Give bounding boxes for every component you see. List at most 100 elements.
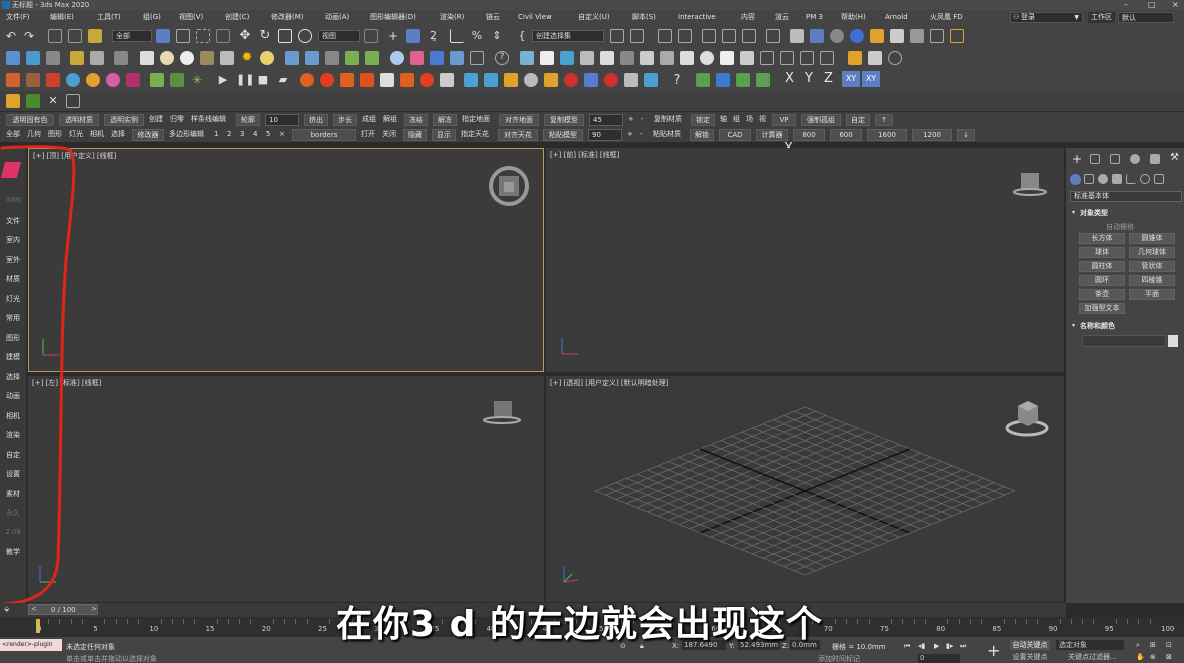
auto-key-button[interactable]: 自动关键点 [1010, 640, 1050, 650]
fire-h-icon[interactable] [440, 73, 454, 87]
set-key-button[interactable]: 设置关键点 [1010, 653, 1050, 662]
plugin-icon[interactable] [870, 29, 884, 43]
layer-explorer-icon[interactable] [678, 29, 692, 43]
curve-editor-icon[interactable] [722, 29, 736, 43]
row1-item[interactable]: 样条线编辑 [191, 114, 226, 125]
tree-plugin-icon[interactable] [26, 94, 40, 108]
pt2-m-icon[interactable] [736, 73, 750, 87]
plugin-v-icon[interactable] [560, 51, 574, 65]
viewport-perspective[interactable]: [+] [透视] [用户定义] [默认明暗处理] [546, 376, 1064, 602]
rendered-frame-icon[interactable] [810, 29, 824, 43]
water-g-icon[interactable] [584, 73, 598, 87]
pt2-i-icon[interactable] [170, 73, 184, 87]
key-filters-button[interactable]: 关键点过滤器... [1068, 653, 1124, 662]
cylinder-button[interactable]: 圆柱体 [1079, 261, 1125, 272]
spinner-snap-icon[interactable]: ⇕ [490, 29, 504, 43]
row2-item[interactable]: 1 [214, 129, 218, 140]
bind-spacewarp-icon[interactable] [88, 29, 102, 43]
pt2-f-icon[interactable] [106, 73, 120, 87]
row2-item[interactable]: borders [292, 129, 356, 141]
unlink-icon[interactable] [68, 29, 82, 43]
plugin-ae-icon[interactable] [740, 51, 754, 65]
list-plugin-icon[interactable] [66, 94, 80, 108]
plugin-d-icon[interactable] [70, 51, 84, 65]
key-set-dropdown[interactable]: 选定对象 [1056, 640, 1124, 650]
row1-item[interactable]: 透明固有色 [6, 114, 54, 126]
row2-item[interactable]: 1600 [867, 129, 907, 141]
lights-category-icon[interactable] [1098, 174, 1108, 184]
motion-tab-icon[interactable] [1130, 154, 1140, 164]
select-object-icon[interactable] [156, 29, 170, 43]
pt2-c-icon[interactable] [46, 73, 60, 87]
row1-item[interactable]: 自定 [846, 114, 870, 126]
plugin-j-icon[interactable] [285, 51, 299, 65]
row2-item[interactable]: 指定天花 [461, 129, 489, 140]
primitive-type-dropdown[interactable]: 标准基本体 [1070, 191, 1182, 202]
plugin-u-icon[interactable] [540, 51, 554, 65]
toggle-ribbon-icon[interactable] [702, 29, 716, 43]
row2-item[interactable]: 3 [240, 129, 244, 140]
plugin-ac-icon[interactable] [700, 51, 714, 65]
window-crossing-icon[interactable] [216, 29, 230, 43]
box-button[interactable]: 长方体 [1079, 233, 1125, 244]
plugin-y-icon[interactable] [620, 51, 634, 65]
object-type-heading[interactable]: 对象类型 [1080, 208, 1108, 218]
row2-item[interactable]: 图形 [48, 129, 62, 140]
plugin-g-icon[interactable] [140, 51, 154, 65]
row1-item[interactable]: 复制材质 [654, 114, 682, 125]
plugin-m-icon[interactable] [345, 51, 359, 65]
row2-item[interactable]: 2 [227, 129, 231, 140]
row2-item[interactable]: 全部 [6, 129, 20, 140]
row2-item[interactable]: × [279, 129, 285, 140]
spacewarps-category-icon[interactable] [1140, 174, 1150, 184]
row2-item[interactable]: 选择 [111, 129, 125, 140]
timeline-toggle-icon[interactable]: ⬙ [4, 605, 9, 613]
time-slider-thumb[interactable]: < 0 / 100 > [28, 604, 98, 615]
menu-pm3[interactable]: PM 3 [806, 10, 823, 25]
goto-start-icon[interactable]: ⏮ [904, 642, 910, 651]
plugin-ak-icon[interactable] [868, 51, 882, 65]
menu-scripting[interactable]: 脚本(S) [632, 10, 656, 25]
maxscript-listener[interactable]: <render>-plugin [0, 639, 62, 651]
row2-item[interactable]: 粘贴材质 [653, 129, 681, 140]
row2-item[interactable]: 几何 [27, 129, 41, 140]
slider-prev-icon[interactable]: < [31, 605, 37, 613]
row2-item[interactable]: 对齐天花 [498, 129, 538, 141]
help-circle-icon[interactable]: ? [495, 51, 509, 65]
material-editor-icon[interactable] [766, 29, 780, 43]
plugin-ah-icon[interactable] [800, 51, 814, 65]
align-icon[interactable] [630, 29, 644, 43]
pt2-a-icon[interactable] [6, 73, 20, 87]
row1-item[interactable]: 创建 [149, 114, 163, 125]
viewport-top[interactable]: [+] [顶] [用户定义] [线框] [28, 148, 544, 372]
hierarchy-tab-icon[interactable] [1110, 154, 1120, 164]
maximize-icon[interactable]: □ [1148, 0, 1156, 10]
plugin-s-icon[interactable] [470, 51, 484, 65]
light-bulb-icon[interactable] [260, 51, 274, 65]
object-name-field[interactable] [1082, 335, 1166, 347]
torus-button[interactable]: 圆环 [1079, 275, 1125, 286]
menu-views[interactable]: 视图(V) [179, 10, 203, 25]
axis-x-label[interactable]: X [785, 72, 794, 86]
row1-item[interactable]: 强制孤组 [801, 114, 841, 126]
row2-item[interactable]: + [627, 129, 633, 140]
water-f-icon[interactable] [564, 73, 578, 87]
pt2-j-icon[interactable]: ✳ [190, 73, 204, 87]
play-icon[interactable]: ▶ [216, 73, 230, 87]
plugin-k-icon[interactable] [305, 51, 319, 65]
scene-explorer-icon[interactable] [658, 29, 672, 43]
row2-item[interactable]: 计算器 [756, 129, 788, 141]
plugin-o-icon[interactable] [390, 51, 404, 65]
row2-item[interactable]: ↓ [957, 129, 975, 141]
viewcube-front[interactable] [1012, 170, 1048, 200]
create-tab-icon[interactable]: + [1072, 152, 1082, 166]
schematic-view-icon[interactable] [742, 29, 756, 43]
display-tab-icon[interactable] [1150, 154, 1160, 164]
menu-rendering[interactable]: 渲染(R) [440, 10, 464, 25]
pt2-g-icon[interactable] [126, 73, 140, 87]
keyboard-shortcut-icon[interactable] [406, 29, 420, 43]
sun-icon[interactable]: ✹ [240, 51, 254, 65]
row1-item[interactable]: 轮廓 [236, 114, 260, 126]
play-animation-icon[interactable]: ▶ [934, 642, 939, 650]
plugin-f-icon[interactable] [114, 51, 128, 65]
